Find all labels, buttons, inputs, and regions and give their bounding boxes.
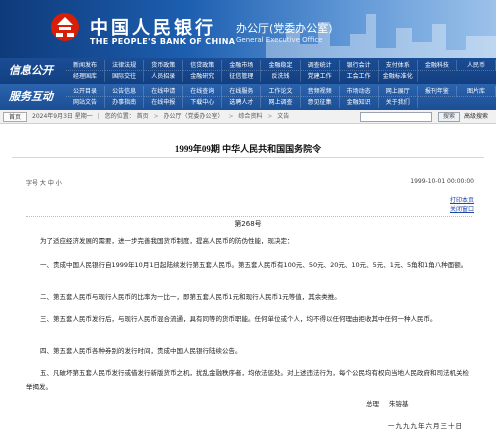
nav-item-info-13[interactable]: 人员招录 [144,71,184,82]
nav-item-service-14[interactable]: 下载中心 [183,97,223,108]
breadcrumb: 首页 2024年9月3日 星期一 | 您的位置： 首页 > 办公厅（党委办公室）… [0,110,496,124]
title-area: 1999年09期 中华人民共和国国务院令 [12,130,484,158]
nav-row-info: 信息公开 新闻发布 法律法规 货币政策 信贷政策 金融市场 金融稳定 调查统计 银行会计 支付体… [0,58,496,84]
office-name-en: General Executive Office [236,36,323,44]
nav-section-label: 服务互动 [9,90,53,103]
nav-item-service-7[interactable]: 市场动态 [339,86,379,97]
nav-item-info-19[interactable]: 金融标准化 [379,71,418,82]
current-date: 2024年9月3日 星期一 [32,113,93,120]
publish-timestamp: 1999-10-01 00:00:00 [410,178,474,185]
nav-item-info-0[interactable]: 新闻发布 [66,60,106,71]
nav-item-info-7[interactable]: 银行会计 [339,60,379,71]
nav-item-info-2[interactable]: 货币政策 [144,60,184,71]
nav-item-service-16[interactable]: 网上调查 [261,97,301,108]
page-actions: 打印本页 关闭窗口 [450,196,474,214]
paragraph-intro: 为了适应经济发展的需要，进一步完善我国货币制度，提高人民币的防伪性能，现决定： [40,237,294,245]
paragraph-4: 四、第五套人民币各种券别的发行时间，责成中国人民银行陆续公告。 [40,347,242,355]
main-navigation: 信息公开 新闻发布 法律法规 货币政策 信贷政策 金融市场 金融稳定 调查统计 银行会计 支付体… [0,58,496,110]
office-name-cn: 办公厅(党委办公室) [236,22,333,35]
nav-item-info-3[interactable]: 信贷政策 [183,60,223,71]
document-date: 一九九九年六月三十日 [388,422,463,430]
decree-number: 第268号 [234,220,262,228]
breadcrumb-item-materials[interactable]: 综合资料 [238,113,262,120]
document-content: 1999年09期 中华人民共和国国务院令 字号 大 中 小 1999-10-01… [12,130,484,440]
nav-item-service-4[interactable]: 在线服务 [222,86,262,97]
nav-item-info-18[interactable]: 工会工作 [340,71,379,82]
nav-item-service-0[interactable]: 公开目录 [66,86,106,97]
nav-item-service-2[interactable]: 在线申请 [144,86,184,97]
nav-item-service-8[interactable]: 网上展厅 [378,86,418,97]
signature: 总理 朱镕基 [366,398,409,408]
nav-item-info-16[interactable]: 反洗钱 [261,71,301,82]
nav-item-service-6[interactable]: 音频视频 [300,86,340,97]
nav-item-info-11[interactable]: 经理国库 [66,71,106,82]
pboc-logo-icon [51,13,79,41]
nav-grid-info: 新闻发布 法律法规 货币政策 信贷政策 金融市场 金融稳定 调查统计 银行会计 支付体系 金融科技… [66,60,496,82]
advanced-search-link[interactable]: 高级搜索 [464,110,488,124]
nav-item-info-1[interactable]: 法律法规 [105,60,145,71]
nav-item-service-12[interactable]: 办事指南 [105,97,145,108]
nav-row-service: 服务互动 公开目录 公告信息 在线申请 在线查询 在线服务 工作论文 音频视频 市场动态 网上展… [0,84,496,110]
nav-item-info-5[interactable]: 金融稳定 [261,60,301,71]
search-input[interactable] [360,112,432,122]
nav-item-service-10[interactable]: 图片库 [456,86,496,97]
nav-item-info-6[interactable]: 调查统计 [300,60,340,71]
nav-item-info-10[interactable]: 人民币 [456,60,496,71]
nav-grid-service: 公开目录 公告信息 在线申请 在线查询 在线服务 工作论文 音频视频 市场动态 网上展厅 报刊年鉴… [66,86,496,108]
paragraph-3: 三、第五套人民币发行后，与现行人民币混合流通，具有同等的货币职能。任何单位或个人… [40,315,437,323]
home-button[interactable]: 首页 [3,112,27,122]
bank-name-en: THE PEOPLE'S BANK OF CHINA [90,37,236,46]
search-button[interactable]: 搜索 [438,112,460,122]
header-banner: 中国人民银行 THE PEOPLE'S BANK OF CHINA 办公厅(党委… [0,0,496,58]
nav-section-label: 信息公开 [9,64,53,77]
nav-item-service-19[interactable]: 关于我们 [379,97,418,108]
nav-item-service-3[interactable]: 在线查询 [183,86,223,97]
paragraph-2: 二、第五套人民币与现行人民币的比率为一比一，即第五套人民币1元和现行人民币1元等… [40,293,341,301]
breadcrumb-trail: 2024年9月3日 星期一 | 您的位置： 首页 > 办公厅（党委办公室） > … [32,113,290,120]
nav-item-service-9[interactable]: 报刊年鉴 [417,86,457,97]
location-label: 您的位置： [104,113,135,120]
nav-item-info-9[interactable]: 金融科技 [417,60,457,71]
breadcrumb-item-home[interactable]: 首页 [137,113,149,120]
nav-item-info-8[interactable]: 支付体系 [378,60,418,71]
nav-item-service-17[interactable]: 意见征集 [301,97,340,108]
nav-item-service-5[interactable]: 工作论文 [261,86,301,97]
nav-item-service-13[interactable]: 在线申报 [144,97,184,108]
nav-item-info-15[interactable]: 征信管理 [222,71,262,82]
signature-name: 朱镕基 [389,400,409,408]
divider [26,216,472,217]
paragraph-1: 一、责成中国人民银行自1999年10月1日起陆续发行第五套人民币。第五套人民币有… [40,261,468,269]
print-page-link[interactable]: 打印本页 [450,196,474,205]
breadcrumb-item-office[interactable]: 办公厅（党委办公室） [164,113,224,120]
nav-item-service-15[interactable]: 选聘人才 [222,97,262,108]
paragraph-5: 五、凡破坏第五套人民币发行或借发行新版货币之机，扰乱金融秩序者，均依法惩处。对上… [26,369,469,391]
nav-item-service-18[interactable]: 金融知识 [340,97,379,108]
signature-title: 总理 [366,400,379,408]
nav-item-service-1[interactable]: 公告信息 [105,86,145,97]
nav-item-info-4[interactable]: 金融市场 [222,60,262,71]
breadcrumb-item-notices[interactable]: 文告 [277,113,289,120]
nav-item-service-11[interactable]: 网站文告 [66,97,106,108]
font-size-selector[interactable]: 字号 大 中 小 [26,178,62,187]
nav-item-info-17[interactable]: 党建工作 [301,71,340,82]
page-title: 1999年09期 中华人民共和国国务院令 [174,144,322,154]
nav-item-info-14[interactable]: 金融研究 [183,71,223,82]
nav-item-info-12[interactable]: 国际交往 [105,71,145,82]
close-window-link[interactable]: 关闭窗口 [450,205,474,214]
